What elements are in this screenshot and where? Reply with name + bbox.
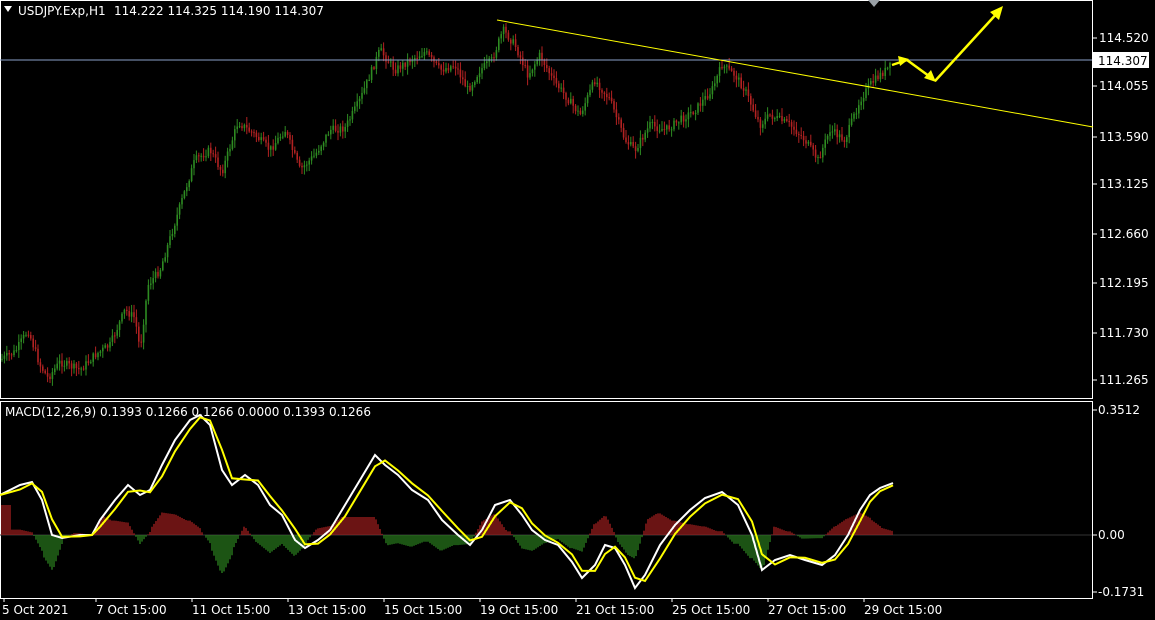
macd-axis-bottom: -0.1731 [1098, 585, 1144, 599]
price-axis: 114.520 114.055 113.590 113.125 112.660 112.1… [1093, 31, 1149, 387]
time-tick-label: 25 Oct 15:00 [672, 603, 750, 617]
candle [498, 36, 500, 53]
current-price-value: 114.307 [1098, 54, 1148, 68]
macd-axis-top: 0.3512 [1098, 403, 1140, 417]
macd-label: MACD(12,26,9) 0.1393 0.1266 0.1266 0.000… [5, 405, 371, 419]
price-tick-label: 114.520 [1099, 31, 1149, 45]
price-tick-label: 113.125 [1099, 177, 1149, 191]
price-tick-label: 112.195 [1099, 276, 1149, 290]
time-tick-label: 15 Oct 15:00 [384, 603, 462, 617]
trading-chart[interactable]: USDJPY.Exp,H1 114.222 114.325 114.190 11… [0, 0, 1155, 620]
macd-pane[interactable] [0, 401, 1093, 599]
time-tick-label: 21 Oct 15:00 [576, 603, 654, 617]
time-tick-label: 7 Oct 15:00 [96, 603, 167, 617]
symbol-label: USDJPY.Exp,H1 [18, 4, 106, 18]
price-tick-label: 112.660 [1099, 227, 1149, 241]
price-tick-label: 111.730 [1099, 326, 1149, 340]
price-tick-label: 114.055 [1099, 79, 1149, 93]
time-tick-label: 11 Oct 15:00 [192, 603, 270, 617]
ohlc-values: 114.222 114.325 114.190 114.307 [114, 4, 324, 18]
price-tick-label: 111.265 [1099, 373, 1149, 387]
time-tick-label: 19 Oct 15:00 [480, 603, 558, 617]
time-tick-label: 29 Oct 15:00 [864, 603, 942, 617]
time-tick-label: 27 Oct 15:00 [768, 603, 846, 617]
time-tick-label: 13 Oct 15:00 [288, 603, 366, 617]
macd-axis-zero: 0.00 [1098, 528, 1125, 542]
time-tick-label: 5 Oct 2021 [2, 603, 69, 617]
price-tick-label: 113.590 [1099, 130, 1149, 144]
time-axis: 5 Oct 2021 7 Oct 15:00 11 Oct 15:00 13 Oct … [2, 598, 942, 617]
